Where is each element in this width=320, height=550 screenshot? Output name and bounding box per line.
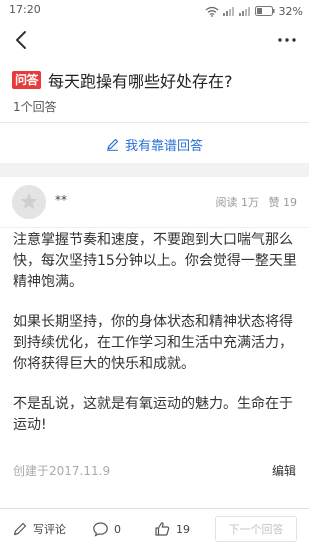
nav-bar — [0, 22, 309, 60]
answer-paragraph: 不是乱说，这就是有氧运动的魅力。生命在于运动! — [13, 396, 293, 433]
write-answer-button[interactable]: 我有靠谱回答 — [0, 130, 309, 158]
comment-bubble-icon — [93, 522, 108, 537]
status-time: 17:20 — [9, 3, 41, 16]
pencil-icon — [106, 138, 119, 151]
avatar[interactable] — [12, 185, 46, 219]
status-icons: 32% — [205, 3, 303, 19]
divider — [0, 122, 309, 123]
comment-count: 0 — [114, 522, 121, 536]
write-answer-label: 我有靠谱回答 — [124, 138, 203, 154]
created-date: 创建于2017.11.9 — [13, 464, 111, 478]
answer-content: 注意掌握节奏和速度，不要跑到大口喘气那么快，每次坚持15分钟以上。你会觉得一整天… — [13, 230, 299, 455]
answer-stats: 阅读 1万 赞 19 — [216, 194, 298, 210]
question-header: 问答 每天跑操有哪些好处存在? — [12, 68, 302, 92]
author-name[interactable]: ** — [55, 193, 67, 207]
answer-count: 1个回答 — [13, 100, 57, 114]
answer-author-row: ** 阅读 1万 赞 19 — [0, 177, 309, 227]
answer-paragraph: 注意掌握节奏和速度，不要跑到大口喘气那么快，每次坚持15分钟以上。你会觉得一整天… — [13, 232, 297, 290]
signal-icon-2 — [238, 7, 250, 16]
read-count: 阅读 1万 — [215, 196, 260, 209]
thumbs-up-icon — [155, 522, 170, 536]
like-count-label: 赞 19 — [268, 196, 298, 209]
qa-badge: 问答 — [12, 71, 42, 89]
divider — [0, 227, 309, 228]
bottom-action-bar: 写评论 0 19 下一个回答 — [0, 508, 309, 550]
default-avatar-icon — [12, 185, 46, 219]
comments-button[interactable]: 0 — [92, 517, 121, 541]
battery-icon — [254, 6, 275, 16]
status-bar: 17:20 32% — [0, 0, 309, 22]
like-button[interactable]: 19 — [154, 517, 190, 541]
back-arrow-icon[interactable] — [10, 28, 34, 52]
edit-link[interactable]: 编辑 — [272, 462, 296, 479]
write-comment-button[interactable]: 写评论 — [12, 517, 66, 541]
pencil-icon — [13, 522, 27, 536]
more-options-icon[interactable] — [275, 28, 299, 52]
answer-paragraph: 如果长期坚持，你的身体状态和精神状态将得到持续优化，在工作学习和生活中充满活力，… — [13, 314, 293, 372]
like-count: 19 — [176, 522, 190, 536]
wifi-icon — [205, 6, 218, 17]
next-answer-button[interactable]: 下一个回答 — [215, 516, 297, 542]
section-gap — [0, 163, 309, 177]
write-comment-label: 写评论 — [33, 523, 66, 536]
battery-percent: 32% — [278, 4, 303, 18]
signal-icon — [222, 7, 234, 16]
question-title: 每天跑操有哪些好处存在? — [48, 72, 233, 91]
